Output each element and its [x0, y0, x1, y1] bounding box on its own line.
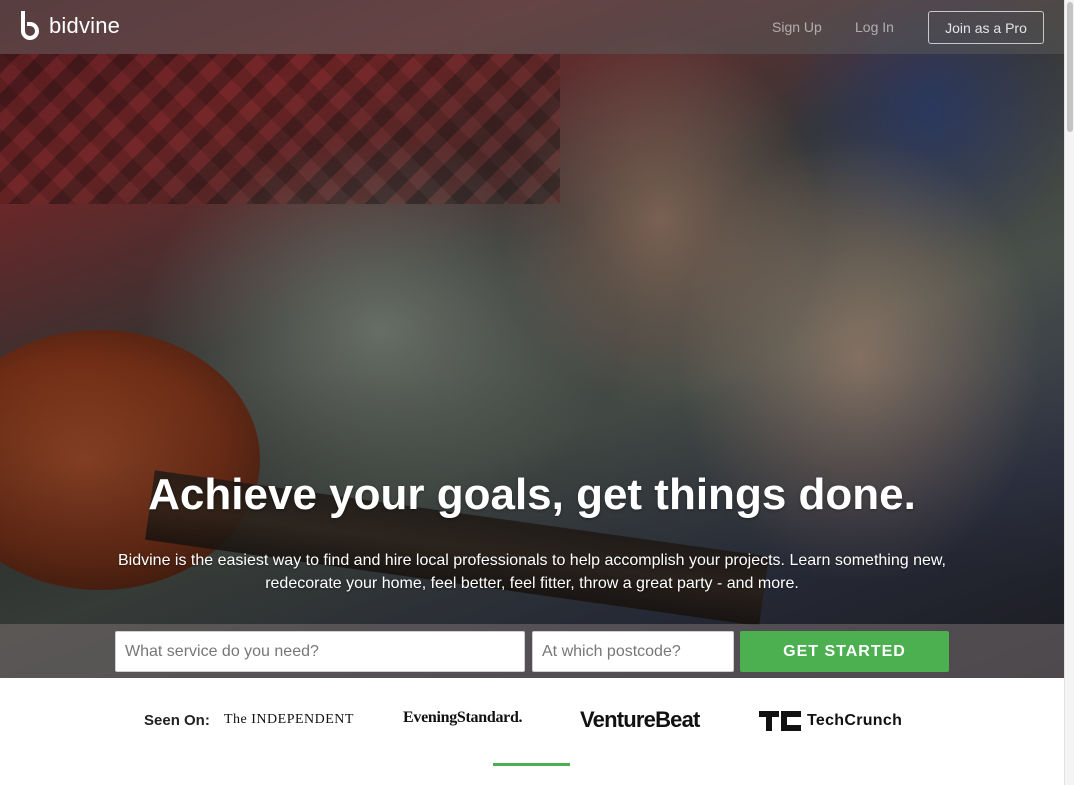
- hero-subline: Bidvine is the easiest way to find and h…: [117, 552, 946, 592]
- top-nav: bidvine Sign Up Log In Join as a Pro: [0, 0, 1064, 54]
- service-input[interactable]: [115, 631, 525, 672]
- evening-standard-logo: EveningStandard.: [403, 709, 523, 726]
- brand-logo[interactable]: bidvine: [18, 10, 120, 42]
- section-divider-accent: [493, 763, 570, 766]
- hero-banner: Achieve your goals, get things done. Bid…: [0, 0, 1064, 678]
- join-as-pro-button[interactable]: Join as a Pro: [928, 11, 1044, 44]
- signup-link[interactable]: Sign Up: [772, 19, 822, 35]
- scrollbar-thumb[interactable]: [1067, 2, 1073, 132]
- get-started-button[interactable]: GET STARTED: [740, 631, 949, 672]
- independent-logo: The INDEPENDENT: [224, 712, 354, 727]
- page: Achieve your goals, get things done. Bid…: [0, 0, 1074, 785]
- seen-on-label: Seen On:: [144, 712, 210, 729]
- page-scrollbar[interactable]: [1064, 0, 1074, 785]
- hero-headline: Achieve your goals, get things done.: [148, 470, 916, 519]
- venturebeat-logo: VentureBeat: [580, 707, 700, 732]
- bidvine-b-logo-icon: [21, 11, 39, 40]
- postcode-input[interactable]: [532, 631, 734, 672]
- techcrunch-wordmark: TechCrunch: [807, 712, 903, 729]
- techcrunch-logo: TechCrunch: [759, 711, 902, 731]
- brand-name: bidvine: [49, 13, 121, 38]
- login-link[interactable]: Log In: [855, 19, 894, 35]
- search-bar: GET STARTED: [0, 624, 1064, 678]
- techcrunch-tc-icon: [759, 711, 801, 731]
- seen-on-section: Seen On: The INDEPENDENT EveningStandard…: [0, 678, 1064, 785]
